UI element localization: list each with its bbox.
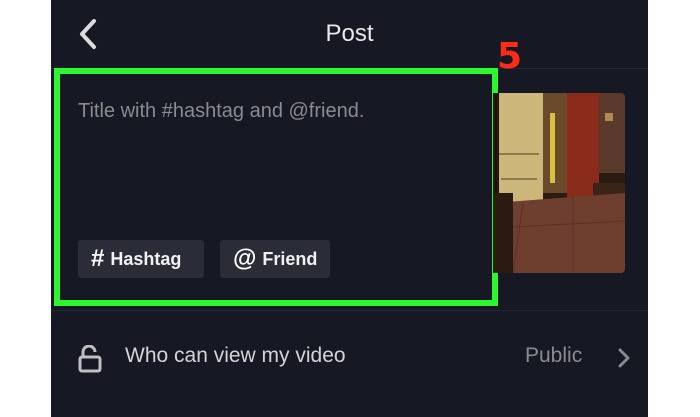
unlock-icon bbox=[78, 345, 102, 373]
mention-icon: @ bbox=[233, 245, 257, 272]
privacy-label: Who can view my video bbox=[125, 344, 346, 367]
video-thumbnail-image bbox=[493, 93, 625, 273]
caption-input[interactable] bbox=[78, 100, 478, 123]
step-number-annotation: 5 bbox=[497, 36, 523, 77]
caption-area: # Hashtag @ Friend bbox=[54, 68, 498, 306]
privacy-setting-row[interactable]: Who can view my video Public bbox=[51, 311, 648, 401]
friend-label: Friend bbox=[262, 248, 318, 269]
hashtag-button[interactable]: # Hashtag bbox=[78, 240, 204, 278]
privacy-value: Public bbox=[525, 344, 583, 367]
friend-button[interactable]: @ Friend bbox=[220, 240, 330, 278]
hashtag-icon: # bbox=[91, 245, 105, 272]
chevron-right-icon bbox=[618, 348, 630, 368]
video-thumbnail[interactable] bbox=[493, 93, 625, 273]
hashtag-label: Hashtag bbox=[110, 248, 182, 269]
page-title: Post bbox=[325, 20, 374, 47]
post-screen: Post # Hashtag @ Friend bbox=[51, 0, 648, 417]
header-bar: Post bbox=[51, 0, 648, 68]
